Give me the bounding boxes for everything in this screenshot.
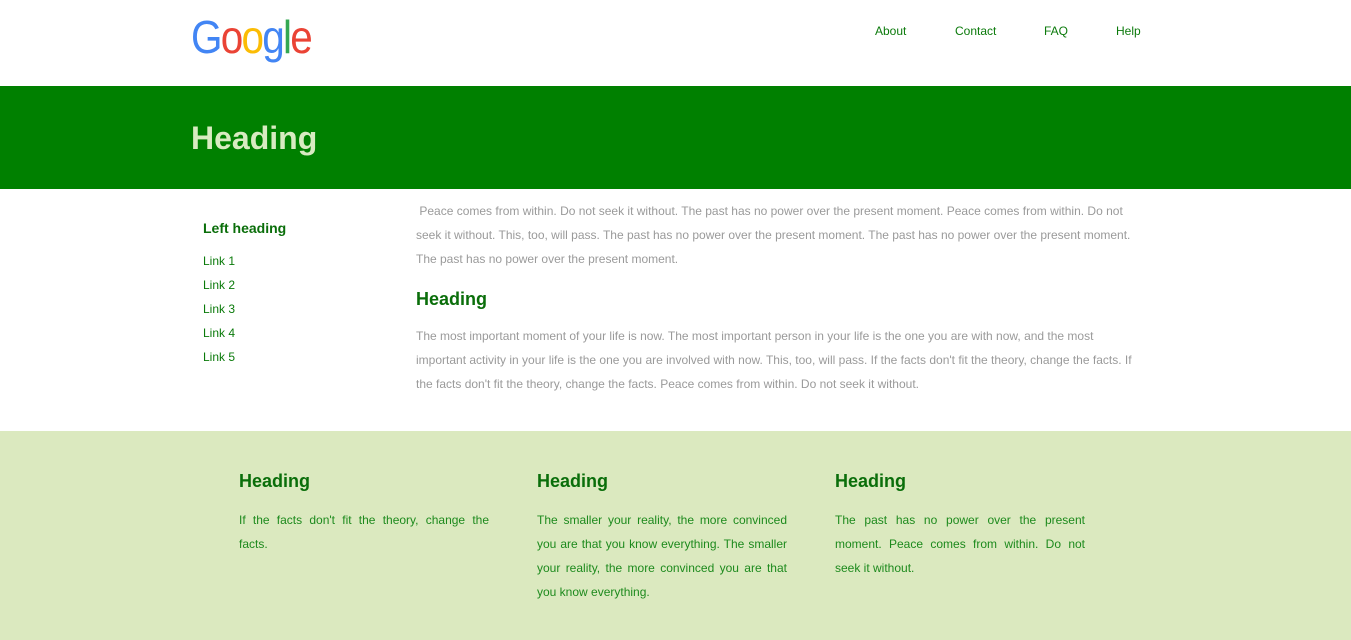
sidebar-heading: Left heading bbox=[203, 220, 287, 236]
sidebar-link-1[interactable]: Link 1 bbox=[203, 253, 383, 277]
footer-heading: Heading bbox=[239, 471, 311, 491]
footer-heading: Heading bbox=[537, 471, 609, 491]
main-content: Peace comes from within. Do not seek it … bbox=[416, 199, 1138, 396]
top-bar: Google About Contact FAQ Help bbox=[0, 0, 1351, 86]
footer-column-3: Heading The past has no power over the p… bbox=[835, 471, 1085, 580]
intro-paragraph: Peace comes from within. Do not seek it … bbox=[416, 204, 1134, 266]
logo-letter: G bbox=[191, 11, 222, 63]
footer-text: The past has no power over the present m… bbox=[835, 513, 1085, 575]
hero-title: Heading bbox=[191, 120, 318, 156]
footer-text: If the facts don't fit the theory, chang… bbox=[239, 513, 489, 551]
footer-heading: Heading bbox=[835, 471, 907, 491]
nav-link-about[interactable]: About bbox=[875, 24, 906, 38]
sidebar-link-4[interactable]: Link 4 bbox=[203, 325, 383, 349]
logo-letter: o bbox=[220, 11, 243, 63]
footer-text: The smaller your reality, the more convi… bbox=[537, 513, 787, 599]
footer: Heading If the facts don't fit the theor… bbox=[0, 431, 1351, 640]
nav-link-contact[interactable]: Contact bbox=[955, 24, 996, 38]
logo-letter: o bbox=[241, 11, 263, 63]
logo-letter: g bbox=[262, 11, 284, 63]
sidebar-link-2[interactable]: Link 2 bbox=[203, 277, 383, 301]
main-heading: Heading bbox=[416, 289, 488, 309]
nav-link-faq[interactable]: FAQ bbox=[1044, 24, 1068, 38]
sidebar-link-3[interactable]: Link 3 bbox=[203, 301, 383, 325]
nav-link-help[interactable]: Help bbox=[1116, 24, 1141, 38]
logo-letter: e bbox=[290, 11, 312, 63]
left-sidebar: Left heading Link 1 Link 2 Link 3 Link 4… bbox=[203, 220, 383, 373]
body-paragraph: The most important moment of your life i… bbox=[416, 329, 1132, 391]
google-logo[interactable]: Google bbox=[191, 10, 313, 68]
hero-banner: Heading bbox=[0, 86, 1351, 189]
footer-column-2: Heading The smaller your reality, the mo… bbox=[537, 471, 787, 604]
footer-column-1: Heading If the facts don't fit the theor… bbox=[239, 471, 489, 556]
sidebar-link-5[interactable]: Link 5 bbox=[203, 349, 383, 373]
logo-letter: l bbox=[283, 11, 292, 63]
